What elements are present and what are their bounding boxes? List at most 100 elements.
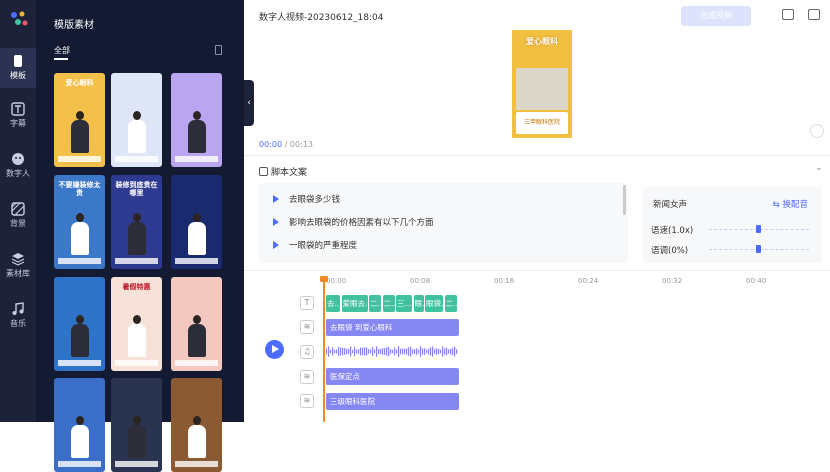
tab-all[interactable]: 全部 <box>54 45 70 60</box>
video-preview[interactable]: 爱心眼科 三甲眼科医院 <box>512 30 572 138</box>
script-editor[interactable]: 去眼袋多少钱 影响去眼袋的价格因素有以下几个方面 一眼袋的严重程度 <box>259 183 628 263</box>
presenter-figure <box>187 315 206 357</box>
audio-waveform[interactable] <box>326 343 460 360</box>
template-thumbnail[interactable] <box>171 73 222 167</box>
pitch-label: 语调(0%) <box>651 246 689 256</box>
ruler-tick-label: 00:16 <box>494 277 515 285</box>
template-panel: 模版素材 全部 爱心眼科不要嫌装修太贵 装修到底贵在哪里暑假特惠 <box>36 0 244 472</box>
app-logo <box>11 11 28 26</box>
template-thumbnail[interactable] <box>54 378 105 472</box>
playhead[interactable] <box>320 276 328 422</box>
script-line[interactable]: 一眼袋的严重程度 <box>273 239 357 251</box>
timeline-ruler[interactable]: 00:00 00:08 00:16 00:24 00:32 00:40 <box>320 274 830 286</box>
nav-background-label: 背景 <box>10 219 26 228</box>
thumbnail-caption: 不要嫌装修太贵 <box>58 181 101 197</box>
template-thumbnail[interactable] <box>171 175 222 269</box>
subtitle-toggle-icon[interactable] <box>782 9 794 20</box>
thumbnail-caption-bar <box>175 258 218 264</box>
project-title[interactable]: 数字人视频-20230612_18:04 <box>259 10 384 23</box>
thumbnail-caption: 暑假特惠 <box>122 283 151 291</box>
nav-template[interactable]: 模板 <box>0 48 36 88</box>
nav-music[interactable]: 音乐 <box>0 296 36 336</box>
switch-voice-label: 换配音 <box>782 200 808 210</box>
layer-track-icon: ≋ <box>300 394 314 408</box>
preview-scene <box>516 68 568 110</box>
thumbnail-caption: 爱心眼科 <box>65 79 94 87</box>
media-segment[interactable]: 去眼袋 到爱心眼科 <box>326 319 459 336</box>
nav-background[interactable]: 背景 <box>0 196 36 236</box>
subtitle-segment[interactable]: 眼... <box>413 295 424 312</box>
preview-info-box: 三甲眼科医院 <box>516 112 568 134</box>
ruler-tick-label: 00:32 <box>662 277 683 285</box>
pitch-slider[interactable] <box>709 245 809 253</box>
phone-icon[interactable] <box>215 45 222 55</box>
template-thumbnail[interactable]: 暑假特惠 <box>111 277 162 371</box>
script-header: 脚本文案 <box>259 165 307 178</box>
media-segment[interactable]: 医保定点 <box>326 368 459 385</box>
subtitle-segment[interactable]: 爱眼去... <box>341 295 368 312</box>
subtitle-segment[interactable]: 三... <box>396 295 412 312</box>
template-thumbnail[interactable] <box>111 73 162 167</box>
nav-digital-human[interactable]: 数字人 <box>0 146 36 186</box>
presenter-figure <box>127 416 146 458</box>
template-thumbnail[interactable] <box>171 277 222 371</box>
presenter-figure <box>70 416 89 458</box>
scrollbar[interactable] <box>623 185 626 215</box>
chevron-down-icon[interactable]: ⌄ <box>815 163 823 173</box>
template-thumbnail[interactable]: 爱心眼科 <box>54 73 105 167</box>
nav-library[interactable]: 素材库 <box>0 246 36 286</box>
media-segment[interactable]: 三级眼科医院 <box>326 393 459 410</box>
speed-slider-knob[interactable] <box>756 225 761 233</box>
template-thumbnail[interactable] <box>171 378 222 472</box>
speed-slider[interactable] <box>709 225 809 233</box>
presenter-figure <box>70 111 89 153</box>
thumbnail-caption-bar <box>115 360 158 366</box>
collapse-panel-button[interactable]: ‹ <box>244 80 254 126</box>
background-icon <box>11 202 25 216</box>
nav-subtitle-label: 字幕 <box>10 119 26 128</box>
subtitle-segment[interactable]: 去... <box>326 295 340 312</box>
subtitle-segment[interactable]: 二... <box>444 295 457 312</box>
total-time: 00:13 <box>289 140 313 149</box>
pitch-slider-knob[interactable] <box>756 245 761 253</box>
zoom-icon[interactable] <box>810 124 824 138</box>
thumbnail-caption-bar <box>115 461 158 467</box>
library-icon <box>11 253 25 266</box>
script-line[interactable]: 影响去眼袋的价格因素有以下几个方面 <box>273 216 434 228</box>
presenter-figure <box>187 213 206 255</box>
synthesize-video-button[interactable]: 合成视频 <box>681 6 751 26</box>
subtitle-icon <box>11 102 25 116</box>
nav-subtitle[interactable]: 字幕 <box>0 96 36 136</box>
nav-template-label: 模板 <box>10 71 26 80</box>
switch-voice-button[interactable]: ⇆ 换配音 <box>773 198 808 210</box>
template-thumbnail[interactable]: 装修到底贵在哪里 <box>111 175 162 269</box>
divider <box>244 155 830 156</box>
current-time: 00:00 <box>259 140 283 149</box>
thumbnail-caption-bar <box>175 156 218 162</box>
thumbnail-caption-bar <box>58 360 101 366</box>
template-thumbnail[interactable] <box>54 277 105 371</box>
divider <box>244 270 830 271</box>
subtitle-segment[interactable]: 二... <box>369 295 381 312</box>
text-track-icon: T <box>300 296 314 310</box>
template-thumbnail[interactable] <box>111 378 162 472</box>
thumbnail-caption-bar <box>58 258 101 264</box>
layer-track-icon: ≋ <box>300 370 314 384</box>
script-line[interactable]: 去眼袋多少钱 <box>273 193 340 205</box>
subtitle-segment[interactable]: 眼袋... <box>425 295 443 312</box>
script-title: 脚本文案 <box>271 168 308 178</box>
play-button[interactable] <box>265 340 284 359</box>
exit-icon[interactable] <box>808 9 820 20</box>
ruler-tick-label: 00:40 <box>746 277 767 285</box>
speed-label: 语速(1.0x) <box>651 226 694 236</box>
nav-music-label: 音乐 <box>10 319 26 328</box>
time-separator: / <box>284 140 288 149</box>
presenter-figure <box>127 315 146 357</box>
presenter-figure <box>70 213 89 255</box>
thumbnail-caption-bar <box>58 156 101 162</box>
panel-title: 模版素材 <box>54 20 94 31</box>
presenter-figure <box>187 416 206 458</box>
nav-digital-human-label: 数字人 <box>6 169 30 178</box>
subtitle-segment[interactable]: 二... <box>382 295 395 312</box>
template-thumbnail[interactable]: 不要嫌装修太贵 <box>54 175 105 269</box>
